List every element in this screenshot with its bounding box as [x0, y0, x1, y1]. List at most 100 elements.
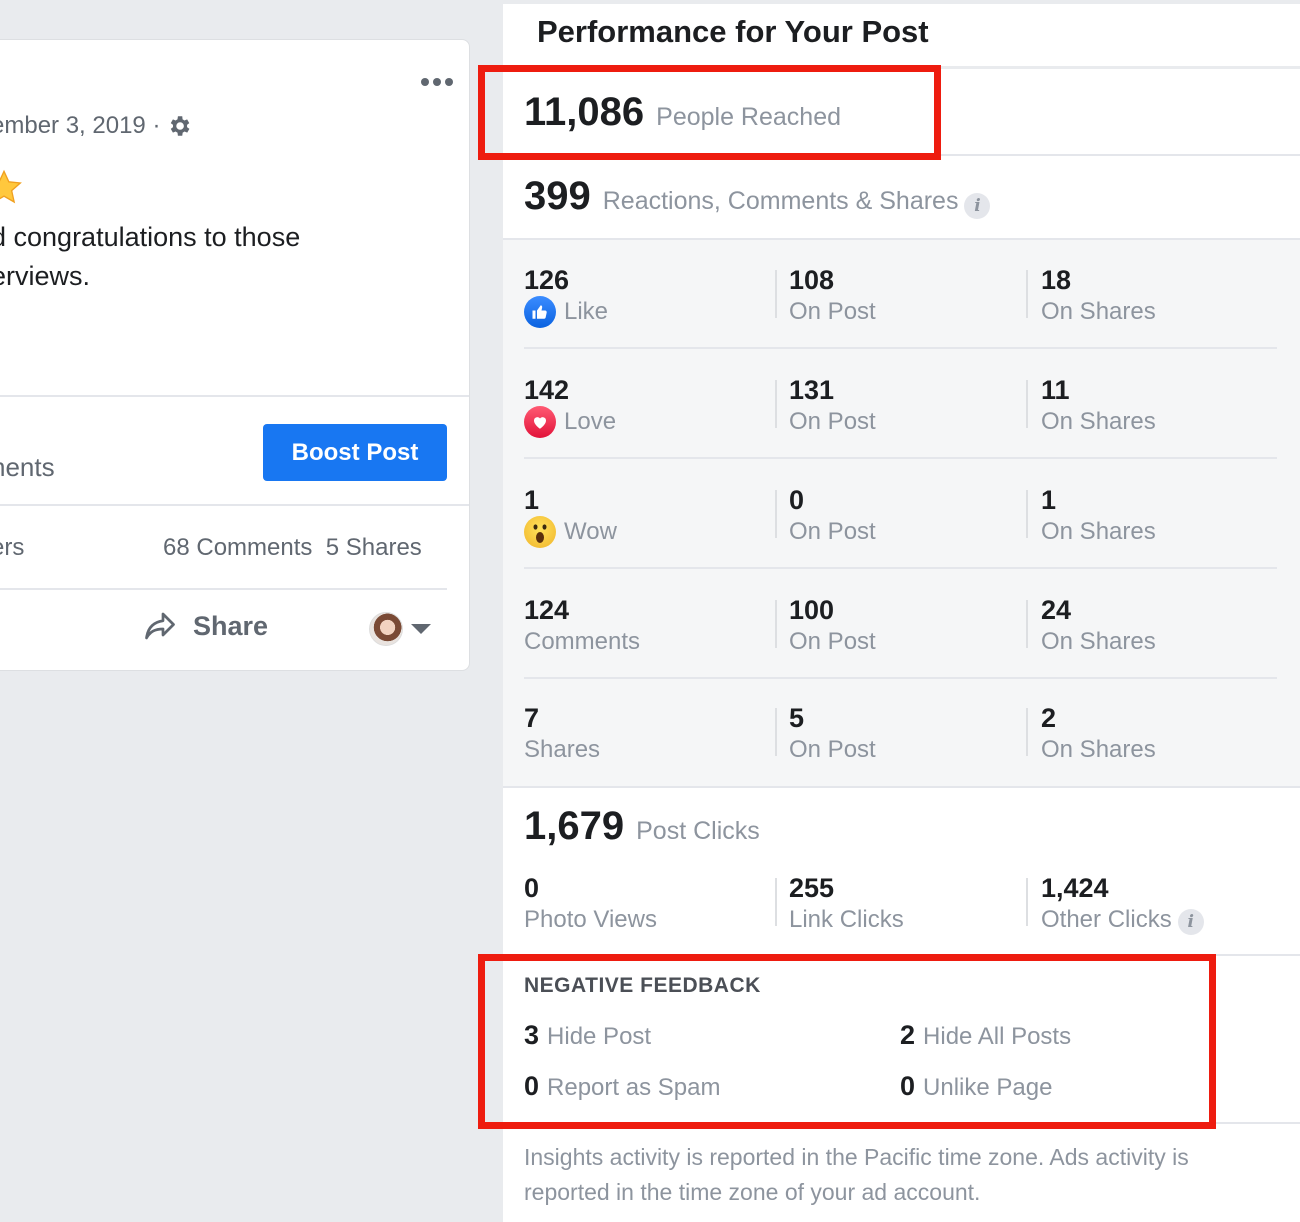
stat-value: 0 [900, 1071, 916, 1101]
reaction-value: 142 [524, 375, 570, 405]
other-clicks-stat: 1,424 Other Clicks i [1041, 872, 1204, 936]
comments-count-link[interactable]: 68 Comments [163, 534, 312, 561]
on-shares-value: 24 [1041, 595, 1072, 625]
post-engagement-counts: 68 Comments 5 Shares [163, 534, 422, 562]
divider [503, 66, 1300, 69]
star-emoji-icon [0, 169, 22, 204]
post-options-button[interactable] [417, 72, 457, 92]
share-button[interactable]: Share [141, 608, 268, 644]
negative-feedback-section: NEGATIVE FEEDBACK 3 Hide Post 2 Hide All… [524, 974, 1071, 1101]
on-shares-stat: 11 On Shares [1041, 374, 1156, 438]
on-shares-label: On Shares [1041, 298, 1156, 325]
negative-feedback-title: NEGATIVE FEEDBACK [524, 974, 761, 997]
reaction-total: 7 Shares [524, 702, 600, 766]
stat-value: 3 [524, 1020, 540, 1050]
stat-label: Link Clicks [789, 906, 904, 933]
on-shares-label: On Shares [1041, 736, 1156, 763]
share-label: Share [193, 610, 269, 641]
column-divider [1026, 600, 1028, 648]
shares-count-link[interactable]: 5 Shares [326, 534, 422, 561]
on-post-value: 108 [789, 265, 835, 295]
stat-value: 1,424 [1041, 873, 1109, 903]
engagement-label-text: Reactions, Comments & Shares [602, 187, 959, 215]
reaction-label-text: Like [564, 298, 609, 325]
divider [0, 395, 469, 397]
hide-all-posts-stat: 2 Hide All Posts [900, 1020, 1071, 1051]
reaction-label-text: Love [564, 408, 617, 435]
photo-views-stat: 0 Photo Views [524, 872, 657, 936]
post-body-line: erviews. [0, 261, 91, 291]
post-date-text[interactable]: ember 3, 2019 · [0, 112, 160, 140]
reaction-label: Wow [524, 516, 617, 548]
info-icon[interactable]: i [1177, 909, 1204, 935]
post-clicks-value: 1,679 [524, 804, 625, 848]
column-divider [775, 600, 777, 648]
post-clicks-label: Post Clicks [636, 817, 760, 845]
on-post-stat: 0 On Post [789, 484, 876, 548]
on-post-value: 5 [789, 703, 805, 733]
on-shares-stat: 18 On Shares [1041, 264, 1156, 328]
post-reactions-partial-label[interactable]: ers [0, 534, 24, 562]
audience-selector[interactable] [369, 612, 431, 646]
ellipsis-dot [445, 78, 453, 86]
unlike-page-stat: 0 Unlike Page [900, 1071, 1052, 1102]
divider [0, 504, 469, 506]
divider [524, 457, 1277, 459]
reaction-value: 1 [524, 485, 540, 515]
reaction-label: Love [524, 406, 616, 438]
post-body-line: d congratulations to those [0, 222, 301, 252]
column-divider [775, 270, 777, 318]
hide-post-stat: 3 Hide Post [524, 1020, 651, 1051]
on-post-stat: 5 On Post [789, 702, 876, 766]
on-post-stat: 131 On Post [789, 374, 876, 438]
reaction-row-like: 126 Like 108 On Post 18 On Shares [524, 240, 1277, 349]
performance-panel: Performance for Your Post 11,086 People … [503, 4, 1300, 1222]
divider [503, 954, 1300, 956]
column-divider [775, 878, 777, 926]
divider [503, 1122, 1300, 1124]
divider [503, 786, 1300, 788]
on-post-value: 131 [789, 375, 835, 405]
gear-icon[interactable] [166, 113, 192, 139]
post-body: d congratulations to those erviews. [0, 218, 300, 296]
love-icon [524, 406, 556, 438]
reaction-row-love: 142 Love 131 On Post 11 On Shares [524, 350, 1277, 459]
reaction-total: 124 Comments [524, 594, 640, 658]
stat-label: Other Clicks i [1041, 904, 1204, 936]
ellipsis-icon [421, 78, 429, 86]
panel-title: Performance for Your Post [537, 14, 929, 49]
column-divider [1026, 490, 1028, 538]
stat-label: Photo Views [524, 906, 657, 933]
stat-label: Unlike Page [923, 1074, 1053, 1101]
reaction-total: 142 Love [524, 374, 616, 438]
wow-icon [524, 516, 556, 548]
post-clicks-breakdown: 0 Photo Views 255 Link Clicks 1,424 Othe… [524, 872, 1277, 942]
info-icon[interactable]: i [964, 193, 991, 219]
on-shares-stat: 24 On Shares [1041, 594, 1156, 658]
report-spam-stat: 0 Report as Spam [524, 1071, 720, 1102]
share-arrow-icon [145, 612, 175, 640]
boost-post-button[interactable]: Boost Post [263, 424, 447, 481]
post-partial-label: nents [0, 452, 55, 482]
stat-label: Report as Spam [547, 1074, 721, 1101]
on-shares-stat: 1 On Shares [1041, 484, 1156, 548]
reaction-row-shares: 7 Shares 5 On Post 2 On Shares [524, 678, 1277, 787]
reaction-row-wow: 1 Wow 0 On Post 1 On Shares [524, 460, 1277, 569]
on-post-value: 100 [789, 595, 835, 625]
reaction-total: 126 Like [524, 264, 608, 328]
on-post-stat: 108 On Post [789, 264, 876, 328]
column-divider [1026, 380, 1028, 428]
reaction-row-comments: 124 Comments 100 On Post 24 On Shares [524, 570, 1277, 679]
on-shares-value: 11 [1041, 375, 1070, 405]
stat-value: 2 [900, 1020, 916, 1050]
avatar [369, 612, 403, 646]
stat-value: 0 [524, 1071, 540, 1101]
stat-label-text: Other Clicks [1041, 906, 1172, 933]
reaction-label: Like [524, 296, 608, 328]
on-post-value: 0 [789, 485, 805, 515]
stat-value: 255 [789, 873, 835, 903]
on-post-stat: 100 On Post [789, 594, 876, 658]
on-shares-label: On Shares [1041, 408, 1156, 435]
stat-label: Hide Post [547, 1023, 652, 1050]
on-post-label: On Post [789, 298, 876, 325]
